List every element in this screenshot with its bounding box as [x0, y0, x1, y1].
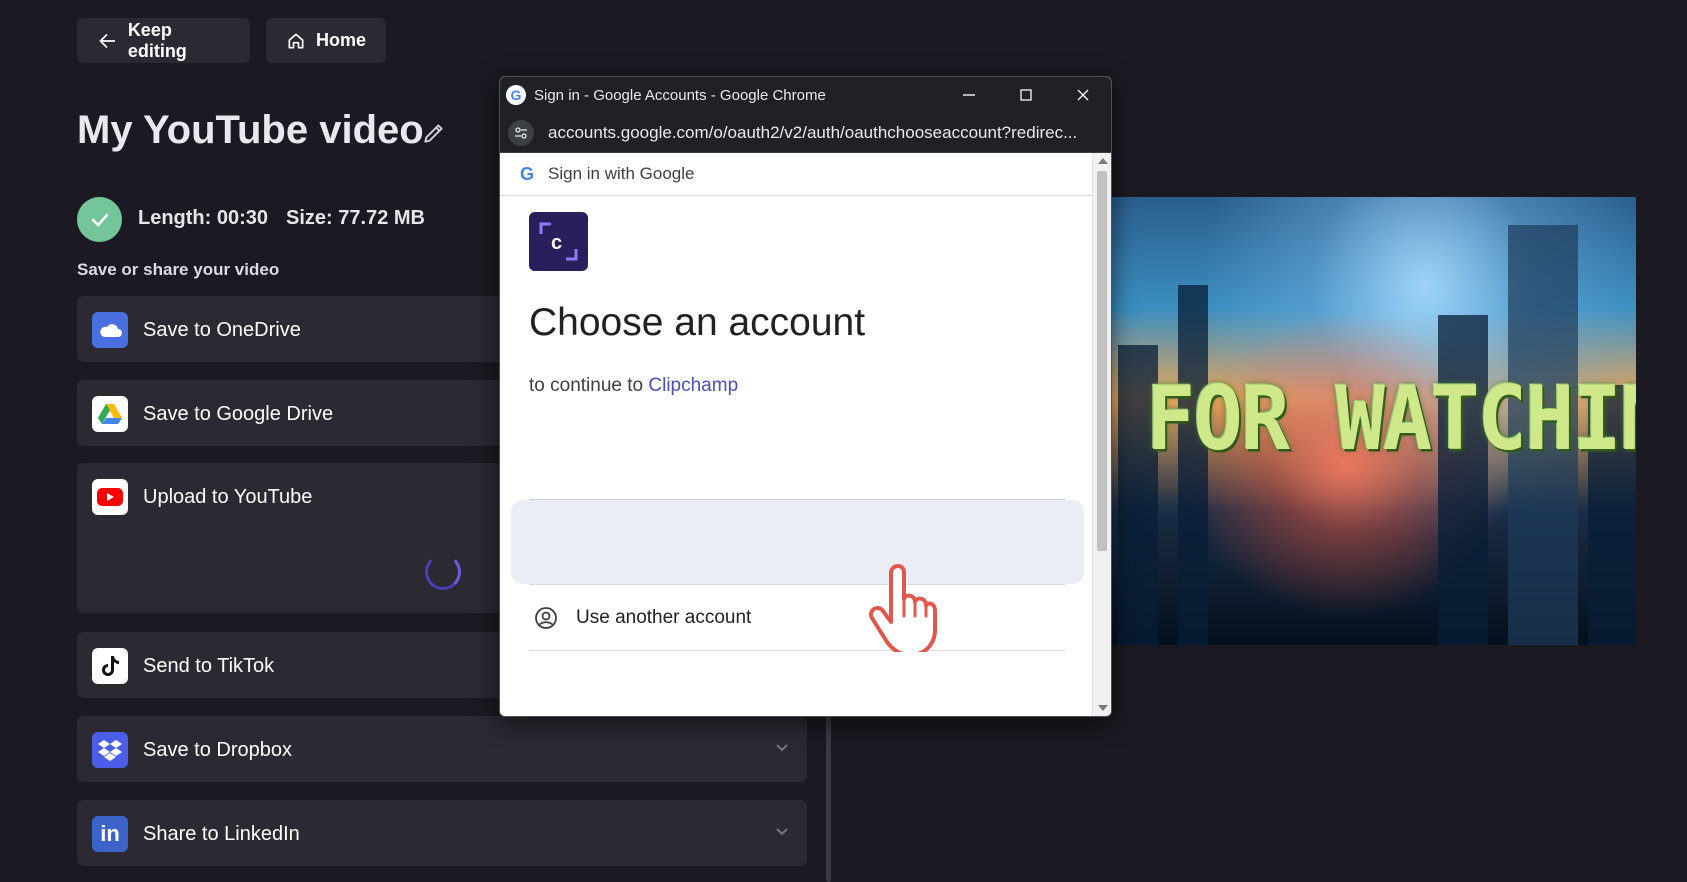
minimize-button[interactable] — [940, 77, 997, 113]
home-button[interactable]: Home — [266, 18, 386, 63]
popup-titlebar[interactable]: G Sign in - Google Accounts - Google Chr… — [500, 77, 1111, 113]
google-logo-icon: G — [506, 85, 526, 105]
window-title: Sign in - Google Accounts - Google Chrom… — [534, 86, 826, 104]
use-another-account-label: Use another account — [576, 607, 752, 628]
scroll-down-icon[interactable] — [1098, 705, 1108, 711]
signin-header: G Sign in with Google — [500, 153, 1094, 196]
video-title: My YouTube video — [77, 108, 424, 152]
keep-editing-button[interactable]: Keep editing — [77, 18, 250, 63]
choose-account-heading: Choose an account — [529, 301, 866, 344]
account-row[interactable] — [511, 500, 1084, 584]
signin-header-label: Sign in with Google — [548, 164, 695, 183]
clipchamp-link[interactable]: Clipchamp — [648, 375, 738, 396]
google-g-icon: G — [520, 163, 535, 184]
option-label: Upload to YouTube — [143, 485, 313, 508]
divider — [529, 584, 1065, 585]
video-length: Length: 00:30 — [138, 207, 269, 229]
minimize-icon — [962, 94, 975, 96]
clipchamp-logo-icon: c — [529, 212, 588, 271]
video-size: Size: 77.72 MB — [286, 207, 425, 229]
share-heading: Save or share your video — [77, 260, 280, 279]
close-button[interactable] — [1054, 77, 1111, 113]
home-label: Home — [315, 30, 366, 50]
pencil-icon[interactable] — [421, 120, 447, 146]
chevron-down-icon — [776, 744, 788, 752]
account-circle-icon — [535, 607, 557, 629]
address-bar[interactable]: accounts.google.com/o/oauth2/v2/auth/oau… — [500, 113, 1111, 153]
use-another-account-button[interactable]: Use another account — [534, 593, 751, 643]
scroll-up-icon[interactable] — [1098, 158, 1108, 164]
save-to-dropbox-option[interactable]: Save to Dropbox — [77, 716, 807, 782]
svg-text:c: c — [551, 232, 562, 254]
video-meta: Length: 00:30 Size: 77.72 MB — [138, 207, 425, 230]
video-preview: FOR WATCHING — [1108, 197, 1636, 645]
site-info-icon[interactable] — [508, 119, 534, 146]
google-drive-icon — [92, 396, 128, 432]
keep-editing-label: Keep editing — [127, 19, 187, 61]
tiktok-icon — [92, 648, 128, 684]
arrow-left-icon — [99, 33, 116, 48]
share-to-linkedin-option[interactable]: in Share to LinkedIn — [77, 800, 807, 866]
panel-scrollbar[interactable] — [826, 715, 831, 882]
hand-pointer-icon — [868, 564, 937, 652]
chevron-down-icon — [776, 828, 788, 836]
close-icon — [1076, 89, 1089, 101]
continue-prefix: to continue to — [529, 375, 644, 396]
option-label: Share to LinkedIn — [143, 822, 300, 845]
option-label: Save to Dropbox — [143, 738, 292, 761]
google-signin-popup: G Sign in - Google Accounts - Google Chr… — [499, 76, 1112, 717]
onedrive-icon — [92, 312, 128, 348]
divider — [529, 650, 1065, 651]
youtube-icon — [92, 479, 128, 515]
preview-overlay-text: FOR WATCHING — [1146, 368, 1636, 471]
continue-line: to continue to Clipchamp — [529, 375, 738, 397]
loading-spinner — [425, 554, 461, 590]
maximize-button[interactable] — [997, 77, 1054, 113]
home-icon — [288, 33, 304, 48]
option-label: Save to OneDrive — [143, 318, 301, 341]
option-label: Save to Google Drive — [143, 402, 334, 425]
scroll-thumb[interactable] — [1097, 171, 1107, 551]
success-check-icon — [77, 197, 122, 242]
linkedin-icon: in — [92, 816, 128, 852]
popup-scrollbar[interactable] — [1092, 153, 1111, 716]
popup-content: G Sign in with Google c Choose an accoun… — [500, 153, 1094, 716]
dropbox-icon — [92, 732, 128, 768]
url-text: accounts.google.com/o/oauth2/v2/auth/oau… — [548, 122, 1078, 142]
option-label: Send to TikTok — [143, 654, 275, 677]
maximize-icon — [1019, 89, 1032, 101]
